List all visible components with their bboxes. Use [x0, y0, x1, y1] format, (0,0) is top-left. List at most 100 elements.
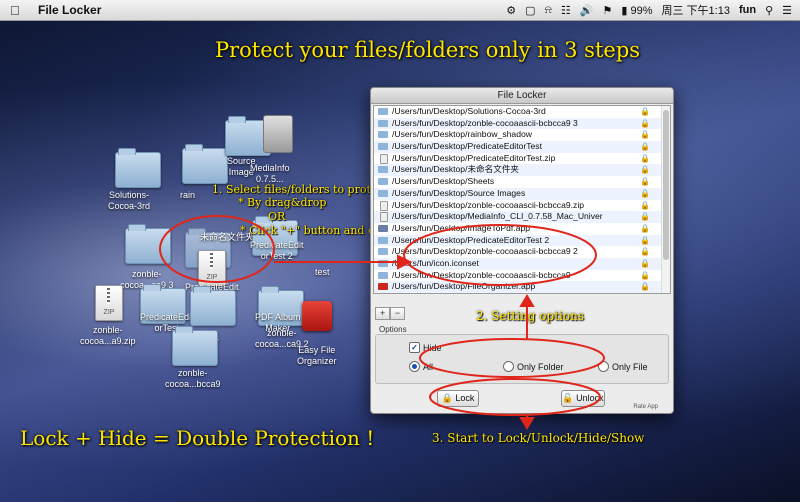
- file-path: /Users/fun/Desktop/rainbow_shadow: [392, 129, 532, 140]
- clock[interactable]: 周三 下午1:13: [661, 2, 729, 18]
- hide-label: Hide: [423, 342, 442, 353]
- folder-icon: [378, 119, 388, 127]
- lock-status-icon: 🔒: [640, 270, 650, 280]
- file-path: /Users/fun/Desktop/Source Images: [392, 187, 526, 198]
- desktop:  File Locker ⚙ ▢ ⍾ ☷ 🔊 ⚑ ▮ 99% 周三 下午1:1…: [0, 0, 800, 502]
- volume-icon[interactable]: 🔊: [580, 4, 594, 17]
- desktop-label-mediainfo[interactable]: MediaInfo 0.7.5...: [250, 163, 290, 185]
- file-list-row[interactable]: /Users/fun/Desktop/zonble-cocoaascii-bcb…: [374, 117, 670, 130]
- apple-menu-icon[interactable]: : [10, 3, 24, 18]
- file-list-row[interactable]: /Users/fun/Desktop/未命名文件夹 🔒: [374, 164, 670, 177]
- file-path: /Users/fun/Desktop/FileOrganizer.app: [392, 281, 536, 292]
- radio-only-file[interactable]: Only File: [598, 361, 648, 372]
- desktop-label-zip[interactable]: zonble- cocoa...a9.zip: [80, 325, 136, 347]
- radio-file-label: Only File: [612, 361, 648, 372]
- folder-icon[interactable]: [115, 148, 161, 188]
- app-icon: [378, 283, 388, 291]
- lock-status-icon: 🔒: [640, 247, 650, 257]
- lock-status-icon: 🔒: [640, 282, 650, 292]
- spotlight-icon[interactable]: ⚲: [765, 4, 773, 17]
- battery-status[interactable]: ▮ 99%: [621, 4, 652, 17]
- app-menu-name[interactable]: File Locker: [38, 3, 101, 17]
- file-list-row[interactable]: /Users/fun/Desktop/PredicateEditorTest.z…: [374, 153, 670, 165]
- step1-drag: * By drag&drop: [238, 196, 327, 209]
- file-list[interactable]: /Users/fun/Desktop/Solutions-Cocoa-3rd 🔒 /…: [373, 105, 671, 294]
- folder-icon[interactable]: [182, 144, 228, 184]
- zip-file-icon[interactable]: ZIP: [95, 285, 123, 321]
- file-list-row[interactable]: /Users/fun/Desktop/PredicateEditorTest 2…: [374, 234, 670, 247]
- flag-icon[interactable]: ⚑: [602, 4, 612, 17]
- file-list-row[interactable]: /Users/fun/Desktop/zonble-cocoaascii-bcb…: [374, 270, 670, 282]
- file-path: /Users/fun/Desktop/PredicateEditorTest: [392, 141, 542, 152]
- file-list-row[interactable]: /Users/fun/icon.iconset 🔒: [374, 257, 670, 270]
- lock-status-icon: 🔒: [640, 177, 650, 187]
- rate-app-link[interactable]: Rate App: [633, 404, 658, 410]
- unlock-button[interactable]: 🔓 Unlock: [561, 390, 605, 407]
- radio-all[interactable]: All: [409, 361, 433, 372]
- file-list-row[interactable]: /Users/fun/Desktop/PredicateEditorTest 🔒: [374, 141, 670, 153]
- zip-file-icon[interactable]: ZIP: [198, 250, 226, 286]
- desktop-label-rain[interactable]: rain: [180, 190, 195, 201]
- hide-checkbox[interactable]: ✓ Hide: [409, 342, 442, 353]
- bluetooth-icon[interactable]: ⍾: [545, 4, 552, 17]
- file-list-row[interactable]: /Users/fun/Desktop/Source Images 🔒: [374, 187, 670, 200]
- lock-button[interactable]: 🔒 Lock: [437, 390, 479, 407]
- desktop-label-test[interactable]: test: [315, 267, 330, 278]
- file-locker-window: File Locker /Users/fun/Desktop/Solutions…: [370, 87, 674, 414]
- step3-label: 3. Start to Lock/Unlock/Hide/Show: [432, 431, 645, 445]
- wifi-icon[interactable]: ☷: [561, 4, 571, 17]
- battery-percent: 99%: [630, 4, 653, 17]
- disk-image-icon[interactable]: [263, 115, 293, 153]
- file-path: /Users/fun/Desktop/zonble-cocoaascii-bcb…: [392, 117, 578, 128]
- step2-label: 2. Setting options: [476, 309, 584, 323]
- folder-icon: [378, 143, 388, 151]
- notification-center-icon[interactable]: ☰: [782, 4, 792, 17]
- folder-icon: [378, 131, 388, 139]
- file-path: /Users/fun/Desktop/未命名文件夹: [392, 164, 520, 175]
- file-list-row[interactable]: /Users/fun/Desktop/Sheets 🔒: [374, 176, 670, 188]
- file-list-row[interactable]: /Users/fun/Desktop/rainbow_shadow 🔒: [374, 129, 670, 141]
- scrollbar-thumb[interactable]: [663, 110, 669, 260]
- file-list-row[interactable]: /Users/fun/Desktop/zonble-cocoaascii-bcb…: [374, 200, 670, 212]
- file-list-row[interactable]: /Users/fun/Desktop/FileOrganizer.app 🔒: [374, 281, 670, 293]
- radio-all-label: All: [423, 361, 434, 372]
- folder-icon: [378, 236, 388, 244]
- folder-icon[interactable]: [125, 224, 171, 264]
- file-path: /Users/fun/Desktop/zonble-cocoaascii-bcb…: [392, 269, 571, 280]
- desktop-label-solutions[interactable]: Solutions- Cocoa-3rd: [108, 190, 150, 212]
- folder-icon: [378, 248, 388, 256]
- app-icon: [378, 224, 388, 232]
- display-icon[interactable]: ▢: [525, 4, 535, 17]
- options-title: Options: [379, 325, 407, 334]
- folder-icon[interactable]: [172, 326, 218, 366]
- lock-status-icon: 🔒: [640, 130, 650, 140]
- desktop-label-zonble2[interactable]: zonble- cocoa...bcca9: [165, 368, 221, 390]
- file-path: /Users/fun/Desktop/zonble-cocoaascii-bcb…: [392, 246, 578, 257]
- headline: Protect your files/folders only in 3 ste…: [215, 38, 641, 62]
- filelocker-status-icon[interactable]: ⚙: [506, 4, 516, 17]
- user-menu[interactable]: fun: [739, 4, 756, 16]
- list-scrollbar[interactable]: [661, 106, 670, 293]
- file-path: /Users/fun/Desktop/PredicateEditorTest.z…: [392, 152, 556, 163]
- footer-text: Lock + Hide = Double Protection !: [20, 426, 375, 450]
- lock-status-icon: 🔒: [640, 107, 650, 116]
- desktop-label-predicate3[interactable]: PredicateEdit orTest 2: [250, 240, 304, 262]
- lock-status-icon: 🔒: [640, 118, 650, 128]
- lock-status-icon: 🔒: [640, 142, 650, 152]
- file-list-row[interactable]: /Users/fun/Desktop/Solutions-Cocoa-3rd 🔒: [374, 106, 670, 118]
- file-list-row[interactable]: /Users/fun/Desktop/ImageToPdf.app 🔒: [374, 223, 670, 235]
- folder-icon: [378, 259, 388, 267]
- window-title: File Locker: [371, 88, 673, 104]
- add-file-button[interactable]: +: [375, 307, 390, 320]
- file-list-row[interactable]: /Users/fun/Desktop/MediaInfo_CLI_0.7.58_…: [374, 211, 670, 223]
- folder-icon[interactable]: [190, 286, 236, 326]
- remove-file-button[interactable]: −: [390, 307, 405, 320]
- lock-status-icon: 🔒: [640, 212, 650, 222]
- menu-extras: ⚙ ▢ ⍾ ☷ 🔊 ⚑ ▮ 99% 周三 下午1:13 fun ⚲ ☰: [506, 0, 792, 20]
- radio-icon: [598, 361, 609, 372]
- desktop-label-easy[interactable]: Easy File Organizer: [297, 345, 337, 367]
- file-list-row[interactable]: /Users/fun/Desktop/zonble-cocoaascii-bcb…: [374, 246, 670, 258]
- step1-or: OR: [268, 210, 286, 223]
- easy-file-organizer-icon[interactable]: [302, 301, 332, 331]
- radio-only-folder[interactable]: Only Folder: [503, 361, 564, 372]
